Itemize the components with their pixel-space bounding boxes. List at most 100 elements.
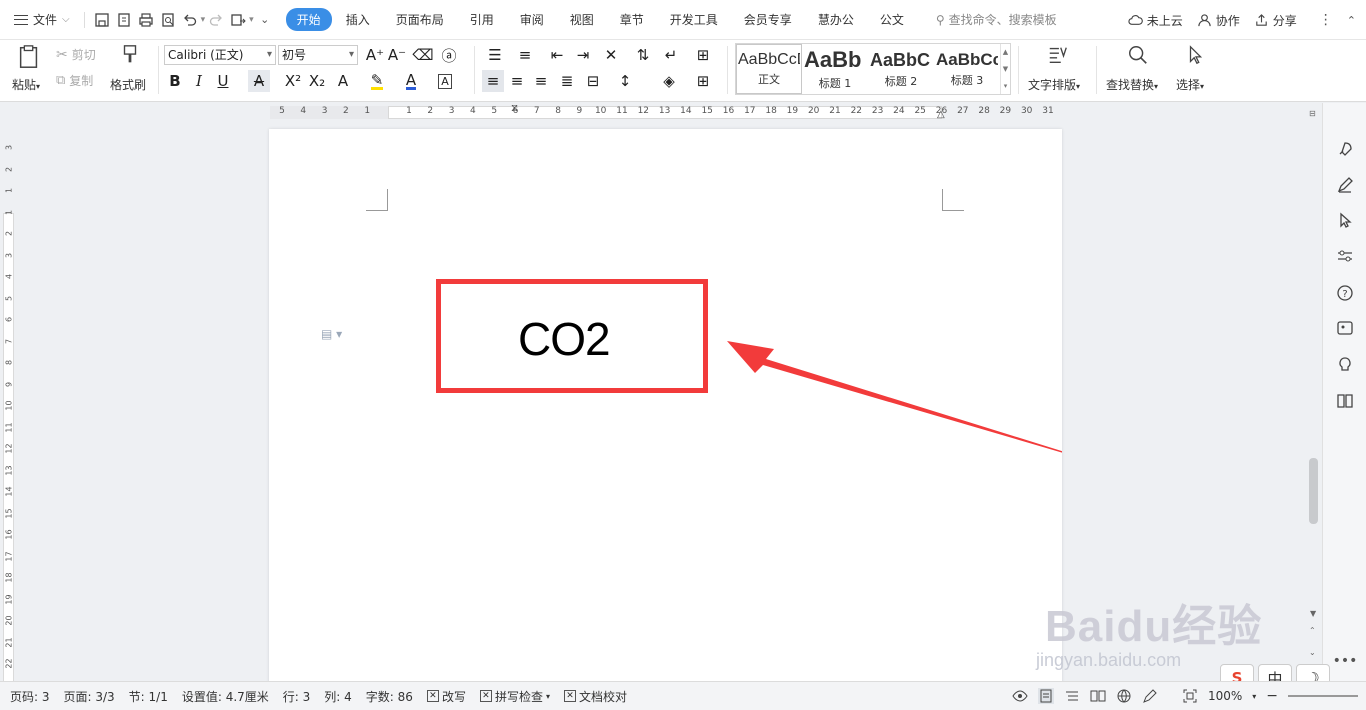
line-spacing-icon[interactable]: ↕ <box>614 70 636 92</box>
collapse-ribbon-icon[interactable]: ⌃ <box>1347 14 1356 27</box>
text-layout-button[interactable]: 文字排版▾ <box>1028 44 1088 96</box>
decrease-indent-icon[interactable]: ⇤ <box>546 44 568 66</box>
customize-toolbar-icon[interactable]: ⌄ <box>254 9 276 31</box>
zoom-level[interactable]: 100% <box>1208 689 1242 703</box>
doc-proof-toggle[interactable]: ✕ 文档校对 <box>563 688 627 705</box>
help-icon[interactable]: ? <box>1335 283 1355 303</box>
find-replace-button[interactable]: 查找替换▾ <box>1106 44 1170 96</box>
align-right-button[interactable]: ≡ <box>530 70 552 92</box>
status-col[interactable]: 列: 4 <box>324 688 352 705</box>
align-center-button[interactable]: ≡ <box>506 70 528 92</box>
tab-smart-office[interactable]: 慧办公 <box>806 8 866 31</box>
more-icon[interactable]: ••• <box>1333 651 1358 671</box>
undo-icon[interactable] <box>179 9 201 31</box>
eye-protect-icon[interactable] <box>1012 688 1028 704</box>
tab-developer[interactable]: 开发工具 <box>658 8 730 31</box>
vertical-scrollbar[interactable]: ⊟ ▼ ⌃ ⌄ <box>1306 103 1322 681</box>
bold-button[interactable]: B <box>164 70 186 92</box>
command-search[interactable]: ⚲ 查找命令、搜索模板 <box>936 11 1057 28</box>
tab-review[interactable]: 审阅 <box>508 8 556 31</box>
scrollbar-thumb[interactable] <box>1309 458 1318 524</box>
increase-indent-icon[interactable]: ⇥ <box>572 44 594 66</box>
font-size-select[interactable]: 初号 <box>278 45 358 65</box>
italic-button[interactable]: I <box>188 70 210 92</box>
grow-font-icon[interactable]: A⁺ <box>364 44 386 66</box>
style-normal[interactable]: AaBbCcDd 正文 <box>736 44 802 94</box>
shading-icon[interactable]: ◈ <box>658 70 680 92</box>
style-heading-1[interactable]: AaBb 标题 1 <box>802 44 868 94</box>
status-row[interactable]: 行: 3 <box>283 688 311 705</box>
font-name-select[interactable]: Calibri (正文) <box>164 45 276 65</box>
numbered-list-icon[interactable]: ≡ <box>514 44 536 66</box>
subscript-button[interactable]: X₂ <box>306 70 328 92</box>
select-button[interactable]: 选择▾ <box>1176 44 1216 96</box>
strikethrough-button[interactable]: A <box>248 70 270 92</box>
phonetic-guide-icon[interactable]: ⓐ <box>438 44 460 66</box>
show-marks-icon[interactable]: ↵ <box>660 44 682 66</box>
cloud-status-button[interactable]: 未上云 <box>1128 12 1183 29</box>
tab-page-layout[interactable]: 页面布局 <box>384 8 456 31</box>
bullet-list-icon[interactable]: ☰ <box>484 44 506 66</box>
lightbulb-icon[interactable] <box>1335 355 1355 375</box>
chevron-down-icon[interactable]: ▼ <box>1003 65 1008 73</box>
status-setting[interactable]: 设置值: 4.7厘米 <box>182 688 269 705</box>
tab-section[interactable]: 章节 <box>608 8 656 31</box>
file-menu-button[interactable]: 文件 ⌵ <box>0 11 78 28</box>
zoom-out-icon[interactable]: − <box>1266 688 1278 704</box>
borders-icon[interactable]: ⊞ <box>692 70 714 92</box>
reading-view-icon[interactable] <box>1090 688 1106 704</box>
cut-button[interactable]: ✂ 剪切 <box>56 46 96 63</box>
indent-marker-icon[interactable]: ⧖ <box>511 103 518 114</box>
zoom-slider[interactable] <box>1288 695 1358 697</box>
styles-scroll[interactable]: ▲ ▼ ▾ <box>1000 44 1010 94</box>
collaborate-button[interactable]: 协作 <box>1197 12 1240 29</box>
style-heading-3[interactable]: AaBbCc 标题 3 <box>934 44 1000 94</box>
table-tools-icon[interactable]: ⊞ <box>692 44 714 66</box>
image-tool-icon[interactable] <box>1335 318 1355 338</box>
scroll-down-icon[interactable]: ▼ <box>1310 609 1316 618</box>
justify-button[interactable]: ≣ <box>556 70 578 92</box>
overwrite-toggle[interactable]: ✕ 改写 <box>426 688 466 705</box>
tab-view[interactable]: 视图 <box>558 8 606 31</box>
status-pages[interactable]: 页面: 3/3 <box>64 688 115 705</box>
right-indent-marker-icon[interactable]: △ <box>937 109 945 120</box>
redo-icon[interactable] <box>205 9 227 31</box>
spell-check-toggle[interactable]: ✕ 拼写检查 ▾ <box>479 688 550 705</box>
underline-button[interactable]: U <box>212 70 234 92</box>
fit-page-icon[interactable] <box>1182 688 1198 704</box>
web-view-icon[interactable] <box>1116 688 1132 704</box>
scroll-up-icon[interactable]: ⊟ <box>1309 109 1316 118</box>
status-page-code[interactable]: 页码: 3 <box>10 688 50 705</box>
status-word-count[interactable]: 字数: 86 <box>366 688 413 705</box>
tab-home[interactable]: 开始 <box>285 8 332 31</box>
tab-references[interactable]: 引用 <box>458 8 506 31</box>
format-painter-button[interactable]: 格式刷 <box>110 44 150 96</box>
page-down-icon[interactable]: ⌄ <box>1309 648 1316 657</box>
distributed-button[interactable]: ⊟ <box>582 70 604 92</box>
rocket-icon[interactable] <box>1335 139 1355 159</box>
copy-button[interactable]: ⧉ 复制 <box>56 72 93 89</box>
outline-view-icon[interactable] <box>1064 688 1080 704</box>
print-preview-icon[interactable] <box>157 9 179 31</box>
text-effect-icon[interactable]: A <box>332 70 354 92</box>
superscript-button[interactable]: X² <box>282 70 304 92</box>
edit-pen-icon[interactable] <box>1335 175 1355 195</box>
char-border-icon[interactable]: A <box>434 70 456 92</box>
clear-format-icon[interactable]: ⌫ <box>412 44 434 66</box>
chevron-up-icon[interactable]: ▲ <box>1003 48 1008 56</box>
tab-official-doc[interactable]: 公文 <box>868 8 916 31</box>
highlight-icon[interactable]: ✎ <box>366 70 388 92</box>
more-options-icon[interactable]: ⋮ <box>1319 12 1333 28</box>
paste-button[interactable]: 粘贴▾ <box>12 44 46 96</box>
sort-icon[interactable]: ⇅ <box>632 44 654 66</box>
format-output-icon[interactable] <box>227 9 249 31</box>
font-color-icon[interactable]: A <box>400 70 422 92</box>
style-heading-2[interactable]: AaBbC 标题 2 <box>868 44 934 94</box>
align-left-button[interactable]: ≡ <box>482 70 504 92</box>
write-mode-icon[interactable] <box>1142 688 1158 704</box>
tab-insert[interactable]: 插入 <box>334 8 382 31</box>
paragraph-handle-icon[interactable]: ▤ ▾ <box>321 327 342 341</box>
document-page[interactable]: ▤ ▾ CO2 <box>269 129 1062 681</box>
save-icon[interactable] <box>91 9 113 31</box>
vertical-ruler[interactable]: 3 2 1 1 2 3 4 5 6 7 8 9 10 11 12 13 14 15 16 17 18 19 20 21 22 <box>0 121 16 683</box>
